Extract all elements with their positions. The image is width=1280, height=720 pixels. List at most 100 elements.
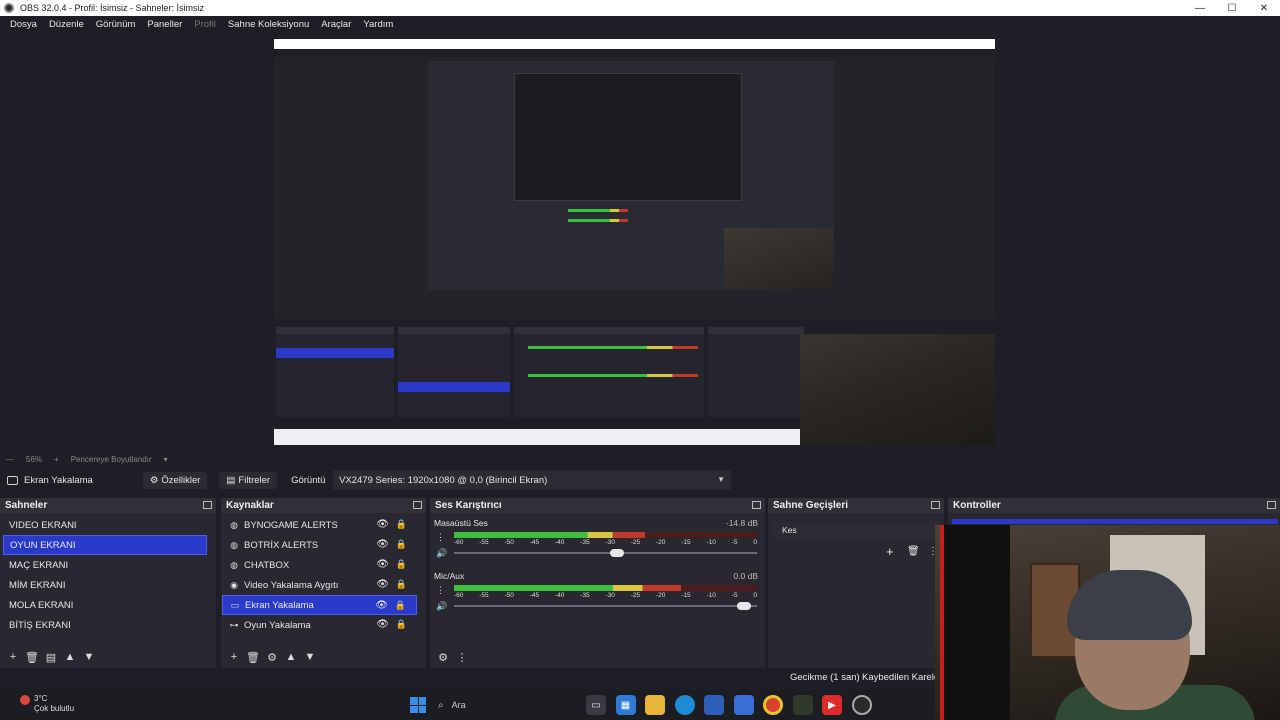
minimize-button[interactable]: — (1184, 0, 1216, 16)
move-up-button[interactable]: ▲ (61, 648, 79, 666)
add-source-button[interactable]: + (225, 648, 243, 666)
youtube-icon[interactable]: ▶ (822, 695, 842, 715)
undock-icon[interactable] (752, 501, 761, 509)
zoom-mode-caret-icon[interactable]: ▾ (164, 455, 168, 464)
move-up-button[interactable]: ▲ (282, 648, 300, 666)
kebab-menu-icon[interactable]: ⋮ (436, 532, 445, 543)
menu-docks[interactable]: Paneller (141, 19, 188, 30)
kebab-menu-icon[interactable]: ⋮ (436, 585, 445, 596)
obs-icon[interactable] (851, 695, 872, 715)
lock-icon[interactable]: 🔒 (395, 600, 406, 611)
task-view-icon[interactable]: ▭ (586, 695, 606, 715)
close-button[interactable]: ✕ (1248, 0, 1280, 16)
display-select[interactable]: VX2479 Series: 1920x1080 @ 0,0 (Birincil… (333, 470, 732, 490)
menu-tools[interactable]: Araçlar (315, 19, 357, 30)
visibility-eye-icon[interactable]: 👁 (376, 619, 389, 630)
menu-file[interactable]: Dosya (4, 19, 43, 30)
window-title: OBS 32.0.4 - Profil: İsimsiz - Sahneler:… (20, 3, 205, 13)
visibility-eye-icon[interactable]: 👁 (376, 579, 389, 590)
visibility-eye-icon[interactable]: 👁 (375, 600, 388, 611)
scene-item[interactable]: VIDEO EKRANI (3, 515, 207, 535)
undock-icon[interactable] (1267, 501, 1276, 509)
source-item[interactable]: ⊶ Oyun Yakalama 👁 🔒 (222, 615, 417, 635)
windows-start-button[interactable] (410, 697, 426, 713)
taskbar-search[interactable]: ⌕ Ara (438, 695, 578, 715)
chrome-icon[interactable] (763, 695, 783, 715)
zoom-in-button[interactable]: + (54, 455, 59, 464)
volume-slider[interactable] (454, 602, 757, 610)
scene-item[interactable]: MOLA EKRANI (3, 595, 207, 615)
controls-title: Kontroller (953, 500, 1001, 511)
move-down-button[interactable]: ▼ (80, 648, 98, 666)
preview-recursive-capture (274, 39, 995, 445)
store-icon[interactable]: ▦ (615, 695, 636, 715)
meter-tick-label: -50 (504, 592, 514, 599)
folder-icon[interactable] (645, 695, 665, 715)
properties-button[interactable]: ⚙ Özellikler (142, 471, 208, 489)
filters-button[interactable]: ▤ Filtreler (219, 471, 278, 489)
lock-icon[interactable]: 🔒 (396, 579, 407, 590)
scene-filters-button[interactable]: ▤ (42, 648, 60, 666)
meter-tick-label: -25 (630, 539, 641, 546)
camera-icon: ◉ (230, 579, 238, 590)
undock-icon[interactable] (931, 501, 940, 509)
channel-name: Mic/Aux (434, 571, 465, 581)
meter-tick-label: -35 (580, 592, 590, 599)
menu-help[interactable]: Yardım (357, 19, 399, 30)
meter-tick-label: -50 (504, 539, 514, 546)
meter-tick-label: -55 (479, 539, 489, 546)
undock-icon[interactable] (413, 501, 422, 509)
mixer-channel: Masaüstü Ses -14.8 dB ⋮ -60 -55 -50 -45 -40-… (434, 518, 760, 568)
transition-select[interactable]: Kes (772, 522, 940, 538)
globe-icon: ◍ (230, 559, 238, 570)
menu-view[interactable]: Görünüm (90, 19, 142, 30)
lock-icon[interactable]: 🔒 (396, 559, 407, 570)
meter-tick-label: -10 (706, 592, 716, 599)
lock-icon[interactable]: 🔒 (396, 519, 407, 530)
weather-widget[interactable]: 3°C Çok bulutlu (20, 694, 74, 714)
meter-tick-label: -20 (656, 592, 666, 599)
menu-scene-collection[interactable]: Sahne Koleksiyonu (222, 19, 315, 30)
meter-tick-label: -15 (681, 592, 691, 599)
scene-item[interactable]: MAÇ EKRANI (3, 555, 207, 575)
calculator-icon[interactable] (704, 695, 724, 715)
channel-db: -14.8 dB (725, 518, 758, 528)
remove-transition-button[interactable]: 🗑 (907, 546, 920, 557)
scene-item[interactable]: OYUN EKRANI (3, 535, 207, 555)
zoom-mode[interactable]: Pencereye Boyutlandır (71, 455, 152, 464)
source-item[interactable]: ◍ BYNOGAME ALERTS 👁 🔒 (222, 515, 417, 535)
advanced-audio-button[interactable]: ⚙ (434, 648, 452, 666)
zoom-out-button[interactable]: — (6, 455, 14, 464)
move-down-button[interactable]: ▼ (301, 648, 319, 666)
app-icon[interactable] (792, 695, 813, 715)
speaker-icon[interactable]: 🔊 (436, 601, 447, 612)
kebab-menu-icon[interactable]: ⋮ (453, 648, 471, 666)
speaker-icon[interactable]: 🔊 (436, 548, 447, 559)
visibility-eye-icon[interactable]: 👁 (376, 539, 389, 550)
add-scene-button[interactable]: + (4, 648, 22, 666)
source-item[interactable]: ◉ Video Yakalama Aygıtı 👁 🔒 (222, 575, 417, 595)
source-item[interactable]: ◍ BOTRİX ALERTS 👁 🔒 (222, 535, 417, 555)
source-properties-button[interactable]: ⚙ (263, 648, 281, 666)
remove-scene-button[interactable]: 🗑 (23, 648, 41, 666)
controls-accent-bar (952, 519, 1278, 524)
lock-icon[interactable]: 🔒 (396, 539, 407, 550)
volume-slider[interactable] (454, 549, 757, 557)
scene-item[interactable]: BİTİŞ EKRANI (3, 615, 207, 635)
visibility-eye-icon[interactable]: 👁 (376, 519, 389, 530)
meter-tick-label: -30 (605, 592, 615, 599)
source-item[interactable]: ▭ Ekran Yakalama 👁 🔒 (222, 595, 417, 615)
source-item[interactable]: ◍ CHATBOX 👁 🔒 (222, 555, 417, 575)
edge-icon[interactable] (674, 695, 695, 715)
visibility-eye-icon[interactable]: 👁 (376, 559, 389, 570)
mail-icon[interactable] (733, 695, 754, 715)
scene-item[interactable]: MİM EKRANI (3, 575, 207, 595)
maximize-button[interactable]: ☐ (1216, 0, 1248, 16)
add-transition-button[interactable]: + (886, 544, 894, 559)
remove-source-button[interactable]: 🗑 (244, 648, 262, 666)
menu-edit[interactable]: Düzenle (43, 19, 90, 30)
meter-tick-label: 0 (753, 592, 757, 599)
lock-icon[interactable]: 🔒 (396, 619, 407, 630)
undock-icon[interactable] (203, 501, 212, 509)
program-preview[interactable] (274, 39, 995, 445)
